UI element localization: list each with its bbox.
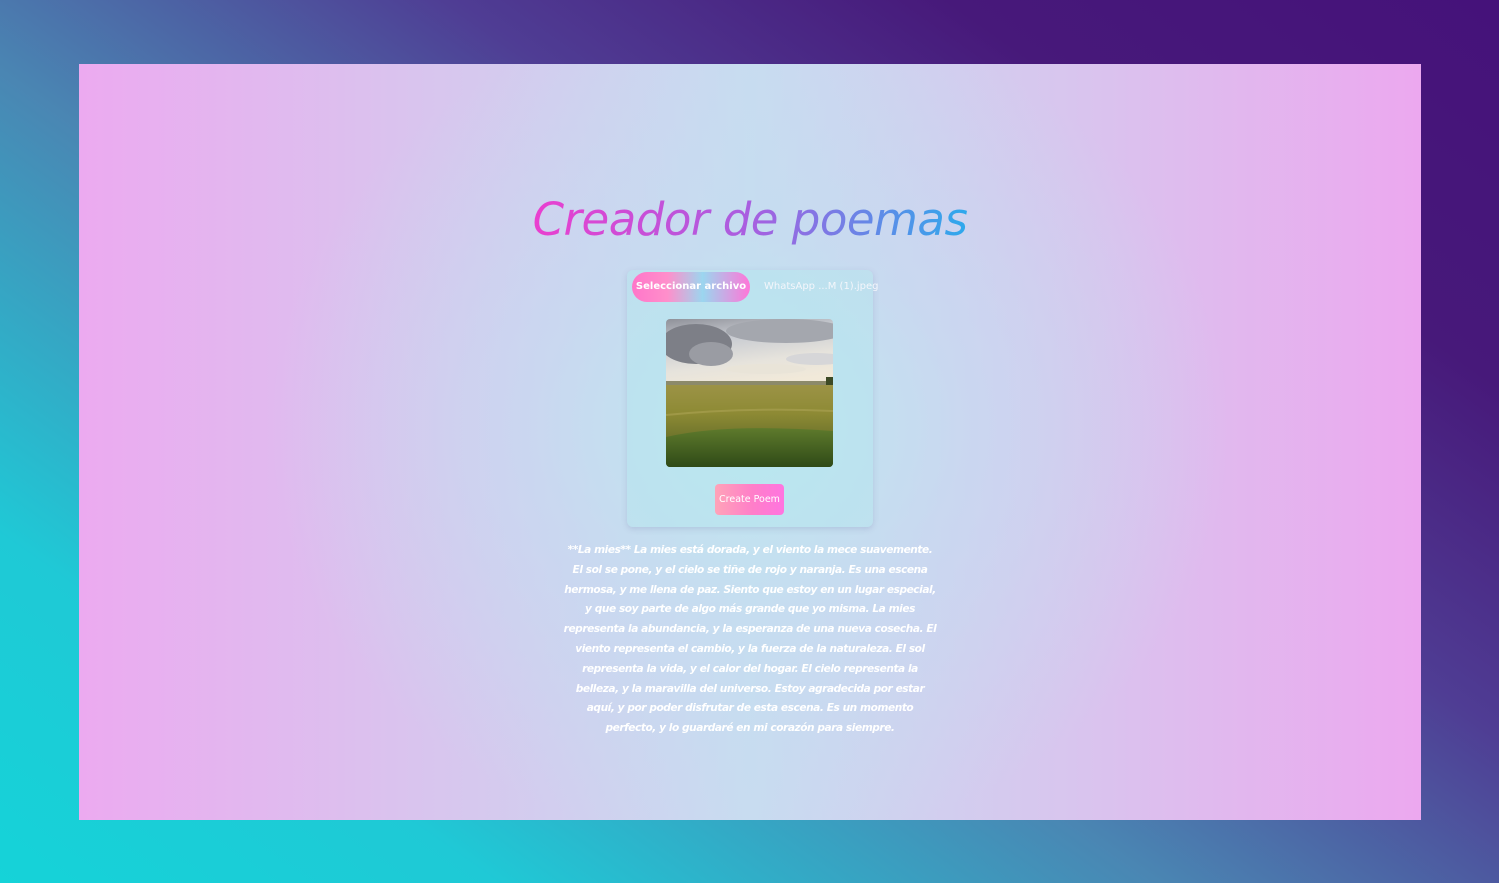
image-preview (666, 319, 833, 467)
create-poem-button[interactable]: Create Poem (715, 484, 784, 515)
select-file-button[interactable]: Seleccionar archivo (632, 272, 750, 302)
upload-card: Seleccionar archivo WhatsApp ...M (1).jp… (627, 270, 879, 527)
app-window: Creador de poemas Seleccionar archivo Wh… (79, 64, 1421, 820)
generated-poem: **La mies** La mies está dorada, y el vi… (563, 544, 937, 735)
wheat-field-photo (666, 319, 833, 467)
page-title-text: Creador de poemas (532, 193, 968, 246)
selected-file-name: WhatsApp ...M (1).jpeg (764, 281, 879, 292)
page-title: Creador de poemas (79, 190, 1421, 250)
